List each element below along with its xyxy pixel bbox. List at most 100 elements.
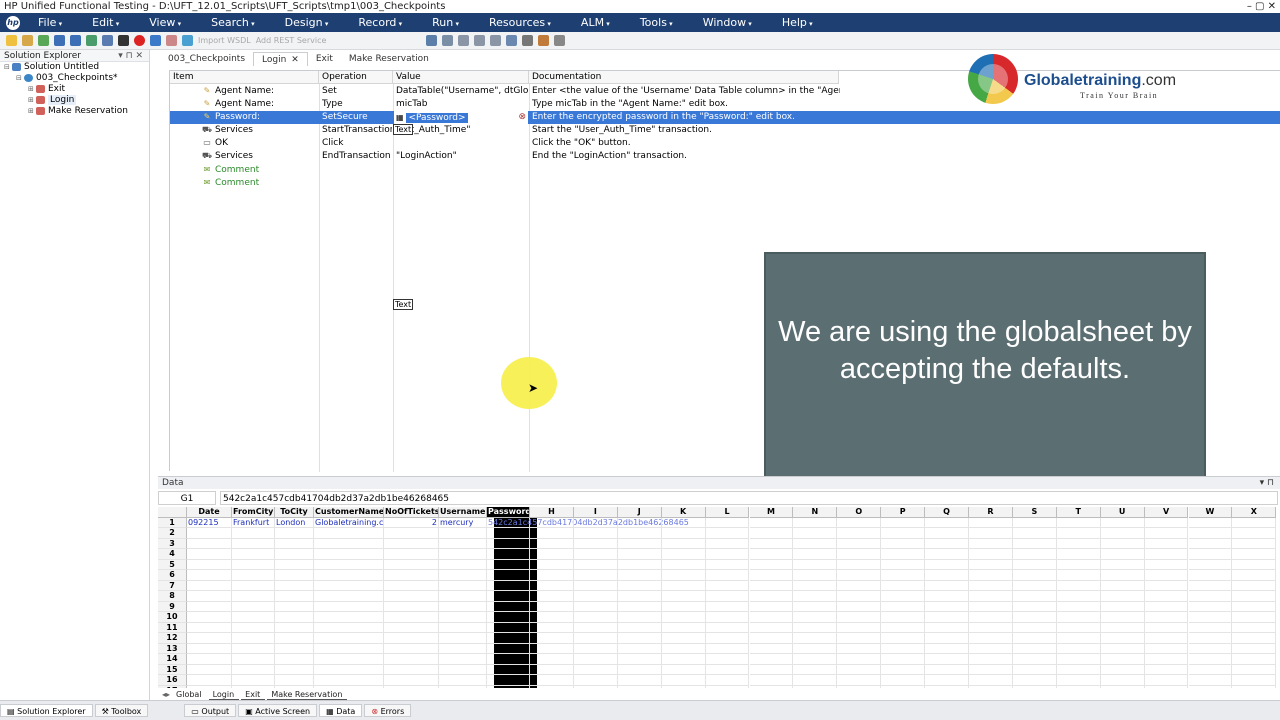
table-cell[interactable] (617, 538, 662, 549)
encrypt-icon[interactable]: ⊗ (518, 111, 526, 124)
table-cell[interactable] (881, 580, 926, 591)
table-cell[interactable] (1144, 517, 1189, 528)
table-cell[interactable] (530, 664, 574, 675)
table-cell[interactable] (1012, 580, 1057, 591)
step-into-icon[interactable] (458, 35, 470, 46)
table-cell[interactable] (749, 538, 794, 549)
column-header-cell[interactable]: Date (187, 507, 232, 518)
table-cell[interactable] (314, 633, 384, 644)
table-cell[interactable] (749, 591, 794, 602)
table-cell[interactable] (793, 559, 838, 570)
sheet-tab-make-reservation[interactable]: Make Reservation (267, 689, 348, 700)
bottom-tab-errors[interactable]: ⊗ Errors (364, 704, 412, 717)
table-cell[interactable] (661, 601, 706, 612)
table-cell[interactable] (573, 664, 618, 675)
column-header-cell[interactable]: J (617, 507, 662, 518)
table-picker-icon[interactable]: ▦ (396, 113, 404, 122)
table-cell[interactable] (969, 612, 1013, 623)
sheet-tab-global[interactable]: Global (172, 689, 207, 700)
table-cell[interactable] (969, 633, 1013, 644)
table-cell[interactable] (749, 580, 794, 591)
table-cell[interactable] (530, 633, 574, 644)
table-cell[interactable] (275, 643, 314, 654)
table-cell[interactable] (187, 664, 232, 675)
table-cell[interactable] (881, 675, 926, 686)
table-cell[interactable] (617, 559, 662, 570)
table-cell[interactable] (487, 612, 530, 623)
bottom-tab-toolbox[interactable]: ⚒ Toolbox (94, 704, 149, 717)
table-cell[interactable] (969, 664, 1013, 675)
table-cell[interactable] (573, 612, 618, 623)
table-cell[interactable] (925, 685, 969, 688)
table-cell[interactable] (1232, 654, 1277, 665)
table-cell[interactable] (749, 633, 794, 644)
table-cell[interactable] (1056, 633, 1101, 644)
table-cell[interactable] (617, 654, 662, 665)
table-cell[interactable] (530, 591, 574, 602)
column-header-cell[interactable]: K (661, 507, 706, 518)
table-cell[interactable] (1232, 675, 1277, 686)
table-cell[interactable] (969, 685, 1013, 688)
column-header-cell[interactable]: S (1012, 507, 1057, 518)
table-cell[interactable] (487, 580, 530, 591)
table-cell[interactable] (275, 549, 314, 560)
table-cell[interactable] (1188, 601, 1233, 612)
cell-value-field[interactable]: 542c2a1c457cdb41704db2d37a2db1be46268465 (220, 491, 1278, 505)
table-cell[interactable] (750, 685, 794, 688)
save-icon[interactable] (54, 35, 65, 46)
table-cell[interactable] (530, 675, 574, 686)
table-cell[interactable] (439, 591, 487, 602)
keyword-row-comment[interactable]: ✉ Comment (170, 177, 1280, 190)
table-cell[interactable] (275, 601, 314, 612)
table-cell[interactable] (881, 528, 926, 539)
table-cell[interactable] (487, 538, 530, 549)
keyword-row-selected[interactable]: ✎ Password: SetSecure ▦ <Password> ⊗ Ente… (170, 111, 1280, 124)
keyword-row-comment[interactable]: ✉ Comment (170, 164, 1280, 177)
table-cell[interactable]: 542c2a1c457cdb41704db2d37a2db1be46268465 (487, 517, 689, 528)
expand-icon[interactable]: ⊞ (28, 84, 36, 95)
table-cell[interactable] (187, 528, 232, 539)
table-cell[interactable] (573, 591, 618, 602)
table-cell[interactable] (1145, 685, 1189, 688)
table-cell[interactable] (439, 622, 487, 633)
table-cell[interactable] (187, 675, 232, 686)
column-header-cell[interactable]: V (1144, 507, 1189, 518)
table-cell[interactable] (1232, 517, 1277, 528)
table-cell[interactable] (1101, 685, 1145, 688)
table-cell[interactable] (187, 622, 232, 633)
table-cell[interactable] (487, 591, 530, 602)
table-cell[interactable] (232, 643, 275, 654)
table-cell[interactable] (530, 685, 574, 688)
table-cell[interactable] (275, 580, 314, 591)
table-cell[interactable] (617, 622, 662, 633)
scroll-icon[interactable]: ◂▸ (162, 689, 170, 700)
refresh-icon[interactable] (86, 35, 97, 46)
table-cell[interactable] (705, 622, 750, 633)
table-cell[interactable] (881, 517, 926, 528)
table-cell[interactable] (487, 685, 530, 688)
menu-search[interactable]: Search (199, 16, 267, 29)
table-cell[interactable] (1100, 601, 1145, 612)
table-cell[interactable] (275, 633, 314, 644)
table-cell[interactable] (1232, 685, 1277, 688)
table-cell[interactable] (1232, 601, 1277, 612)
table-cell[interactable] (384, 580, 439, 591)
table-cell[interactable] (439, 580, 487, 591)
table-cell[interactable] (530, 580, 574, 591)
run-icon[interactable] (150, 35, 161, 46)
table-cell[interactable] (530, 559, 574, 570)
table-cell[interactable] (1144, 538, 1189, 549)
column-header-cell[interactable]: I (573, 507, 618, 518)
table-cell[interactable] (314, 570, 384, 581)
table-cell[interactable] (487, 570, 530, 581)
table-cell[interactable] (1232, 643, 1277, 654)
column-header-cell[interactable]: CustomerName (314, 507, 384, 518)
window-controls[interactable]: – ▢ ✕ (1247, 0, 1276, 13)
table-cell[interactable] (1144, 643, 1189, 654)
table-cell[interactable] (881, 664, 926, 675)
table-cell[interactable] (1144, 528, 1189, 539)
table-cell[interactable] (530, 570, 574, 581)
table-cell[interactable] (1188, 612, 1233, 623)
table-cell[interactable] (661, 612, 706, 623)
table-cell[interactable] (1232, 591, 1277, 602)
